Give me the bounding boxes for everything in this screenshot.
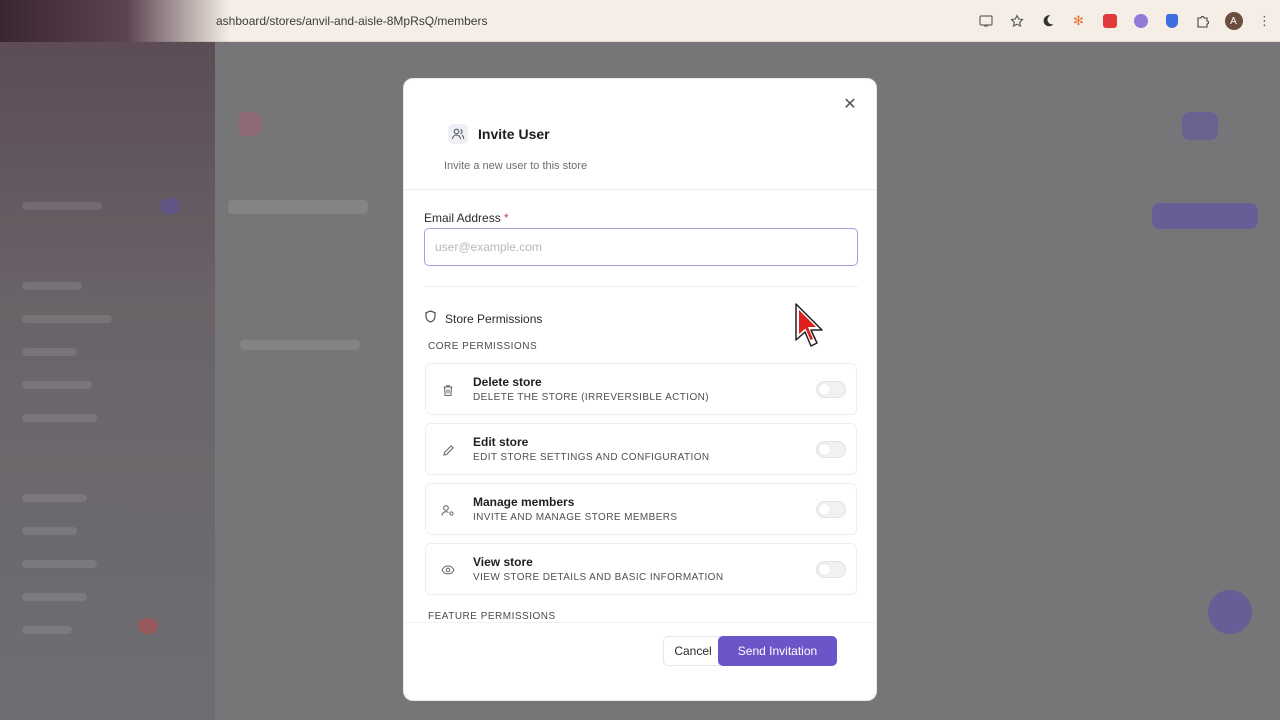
mouse-cursor-icon <box>795 303 823 347</box>
shield-extension-icon[interactable] <box>1156 0 1187 42</box>
pencil-icon <box>440 442 456 458</box>
close-icon[interactable]: ✕ <box>842 96 858 113</box>
background-sidebar-item <box>22 626 72 634</box>
background-sidebar-item <box>22 315 112 323</box>
permission-title: View store <box>473 555 533 569</box>
cast-icon[interactable] <box>970 0 1001 42</box>
background-button <box>1152 203 1258 229</box>
store-permissions-header: Store Permissions <box>424 310 542 328</box>
permission-title: Edit store <box>473 435 529 449</box>
background-sidebar-item <box>22 527 77 535</box>
permission-manage-members: Manage members INVITE AND MANAGE STORE M… <box>425 483 857 535</box>
avatar[interactable]: A <box>1218 0 1249 42</box>
puzzle-icon[interactable] <box>1187 0 1218 42</box>
toggle-knob <box>819 444 830 455</box>
moon-icon[interactable] <box>1032 0 1063 42</box>
background-avatar <box>238 112 262 136</box>
shield-icon <box>424 310 437 328</box>
users-icon <box>448 124 468 144</box>
permission-title: Delete store <box>473 375 542 389</box>
edit-store-toggle[interactable] <box>816 441 846 458</box>
permission-description: VIEW STORE DETAILS AND BASIC INFORMATION <box>473 572 724 583</box>
header-divider <box>404 189 876 190</box>
permission-edit-store: Edit store EDIT STORE SETTINGS AND CONFI… <box>425 423 857 475</box>
required-marker: * <box>504 211 509 225</box>
background-fab <box>1208 590 1252 634</box>
background-heading <box>228 200 368 214</box>
section-divider <box>424 286 858 287</box>
permission-description: DELETE THE STORE (IRREVERSIBLE ACTION) <box>473 392 709 403</box>
manage-members-toggle[interactable] <box>816 501 846 518</box>
sparkle-icon[interactable]: ✻ <box>1063 0 1094 42</box>
background-badge <box>160 198 180 214</box>
background-sidebar-item <box>22 381 92 389</box>
store-permissions-title: Store Permissions <box>445 312 543 326</box>
trash-icon <box>440 382 456 398</box>
email-label: Email Address * <box>424 211 509 225</box>
permission-delete-store: Delete store DELETE THE STORE (IRREVERSI… <box>425 363 857 415</box>
invite-user-dialog: ✕ Invite User Invite a new user to this … <box>403 78 877 701</box>
star-icon[interactable] <box>1001 0 1032 42</box>
background-badge <box>138 618 158 634</box>
background-sidebar-item <box>22 593 87 601</box>
toggle-knob <box>819 504 830 515</box>
toggle-knob <box>819 564 830 575</box>
send-invitation-button[interactable]: Send Invitation <box>718 636 837 666</box>
core-permissions-label: CORE PERMISSIONS <box>428 341 538 352</box>
background-sidebar-item <box>22 560 97 568</box>
dialog-subtitle: Invite a new user to this store <box>444 160 588 172</box>
background-sidebar-item <box>22 202 102 210</box>
eye-icon <box>440 562 456 578</box>
toggle-knob <box>819 384 830 395</box>
browser-extension-bar: ✻ A ⋮ <box>970 0 1280 42</box>
email-field[interactable] <box>424 228 858 266</box>
view-store-toggle[interactable] <box>816 561 846 578</box>
background-text <box>240 340 360 350</box>
permission-description: EDIT STORE SETTINGS AND CONFIGURATION <box>473 452 710 463</box>
permission-view-store: View store VIEW STORE DETAILS AND BASIC … <box>425 543 857 595</box>
browser-tab-area <box>0 0 230 42</box>
circle-extension-icon[interactable] <box>1125 0 1156 42</box>
browser-toolbar: ashboard/stores/anvil-and-aisle-8MpRsQ/m… <box>0 0 1280 42</box>
user-cog-icon <box>440 502 456 518</box>
delete-store-toggle[interactable] <box>816 381 846 398</box>
background-badge <box>1182 112 1218 140</box>
background-sidebar-item <box>22 494 87 502</box>
background-sidebar-item <box>22 348 77 356</box>
permission-title: Manage members <box>473 495 575 509</box>
dialog-title: Invite User <box>478 126 550 142</box>
background-sidebar-item <box>22 282 82 290</box>
address-bar-url[interactable]: ashboard/stores/anvil-and-aisle-8MpRsQ/m… <box>216 14 487 28</box>
download-icon[interactable] <box>1094 0 1125 42</box>
kebab-menu-icon[interactable]: ⋮ <box>1249 0 1280 42</box>
permission-description: INVITE AND MANAGE STORE MEMBERS <box>473 512 678 523</box>
background-sidebar-item <box>22 414 97 422</box>
cancel-button[interactable]: Cancel <box>663 636 723 666</box>
feature-permissions-label: FEATURE PERMISSIONS <box>428 611 556 622</box>
